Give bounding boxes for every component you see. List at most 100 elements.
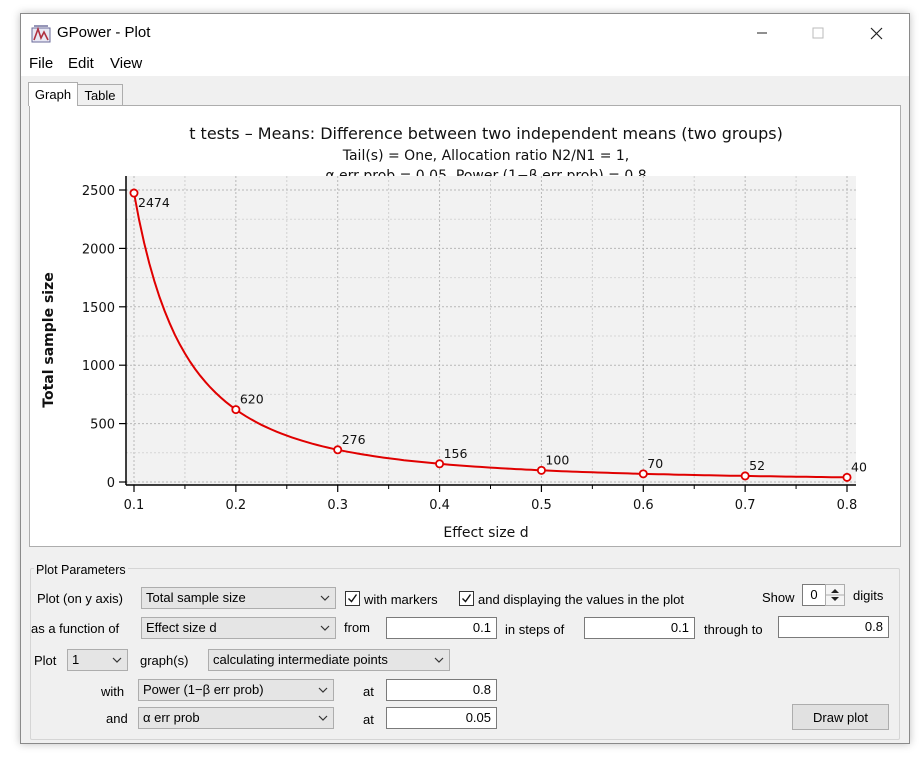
x-axis-select-value: Effect size d [146, 620, 217, 635]
x-tick-label: 0.8 [837, 498, 858, 513]
data-point-marker [435, 459, 445, 469]
title-bar: GPower - Plot [21, 14, 909, 52]
y-axis-select-value: Total sample size [146, 590, 246, 605]
at-label-1: at [363, 684, 374, 699]
checkmark-icon [462, 594, 472, 603]
menu-bar: File Edit View [21, 52, 909, 76]
display-values-label: and displaying the values in the plot [478, 592, 684, 607]
graphs-label: graph(s) [140, 653, 189, 668]
x-tick-label: 0.1 [124, 498, 145, 513]
digits-spinner[interactable] [825, 584, 845, 606]
plot-count-label: Plot [34, 653, 57, 668]
chevron-down-icon [434, 657, 444, 663]
steps-label: in steps of [505, 622, 565, 637]
menu-edit[interactable]: Edit [68, 55, 94, 72]
data-point-marker [842, 472, 852, 482]
checkmark-icon [348, 594, 358, 603]
and-label: and [106, 711, 128, 726]
chevron-down-icon [320, 625, 330, 631]
data-value-label: 276 [342, 432, 366, 447]
from-input[interactable]: 0.1 [386, 617, 497, 639]
plot-parameters-title: Plot Parameters [34, 563, 128, 577]
plot-y-label: Plot (on y axis) [37, 591, 123, 606]
interpolation-select-value: calculating intermediate points [213, 652, 388, 667]
gpower-app-icon [31, 25, 51, 43]
data-value-label: 156 [444, 446, 468, 461]
data-value-label: 70 [647, 456, 663, 471]
menu-file[interactable]: File [29, 55, 53, 72]
data-point-marker [638, 469, 648, 479]
chevron-down-icon [318, 715, 328, 721]
y-tick-label: 0 [107, 476, 115, 491]
tab-graph[interactable]: Graph [28, 82, 78, 106]
y-axis-select[interactable]: Total sample size [141, 587, 336, 609]
spinner-arrows-icon [826, 589, 844, 601]
x-tick-label: 0.3 [327, 498, 348, 513]
x-tick-label: 0.4 [429, 498, 450, 513]
minimize-icon [757, 32, 767, 34]
data-value-label: 52 [749, 458, 765, 473]
plot-count-value: 1 [72, 652, 80, 667]
data-value-label: 2474 [138, 195, 170, 210]
from-label: from [344, 620, 370, 635]
display-values-checkbox[interactable] [459, 591, 474, 606]
alpha-value-input[interactable]: 0.05 [386, 707, 497, 729]
chart-subtitle-line-1: Tail(s) = One, Allocation ratio N2/N1 = … [342, 148, 630, 164]
digits-input[interactable]: 0 [802, 584, 826, 606]
through-label: through to [704, 622, 763, 637]
x-axis-label: Effect size d [443, 525, 528, 541]
function-of-label: as a function of [31, 621, 120, 636]
power-value-input[interactable]: 0.8 [386, 679, 497, 701]
plot-area [126, 176, 856, 485]
window-title: GPower - Plot [57, 24, 151, 41]
menu-view[interactable]: View [110, 55, 142, 72]
data-point-marker [536, 465, 546, 475]
maximize-icon [812, 27, 824, 39]
show-label: Show [762, 590, 795, 605]
chart-title: t tests – Means: Difference between two … [189, 124, 783, 143]
close-icon [870, 27, 882, 39]
y-tick-label: 1500 [82, 301, 115, 316]
with-parameter-value: Power (1−β err prob) [143, 682, 264, 697]
with-markers-checkbox[interactable] [345, 591, 360, 606]
through-input[interactable]: 0.8 [778, 616, 889, 638]
plot-count-select[interactable]: 1 [67, 649, 128, 671]
data-point-marker [231, 405, 241, 415]
digits-label: digits [853, 588, 884, 603]
data-value-label: 100 [545, 452, 569, 467]
data-value-label: 40 [851, 459, 867, 474]
with-label: with [101, 684, 125, 699]
interpolation-select[interactable]: calculating intermediate points [208, 649, 450, 671]
chevron-down-icon [318, 687, 328, 693]
x-tick-label: 0.2 [226, 498, 247, 513]
tab-table[interactable]: Table [77, 84, 123, 107]
draw-plot-button[interactable]: Draw plot [792, 704, 889, 730]
y-tick-label: 500 [90, 418, 115, 433]
data-point-marker [129, 188, 139, 198]
at-label-2: at [363, 712, 374, 727]
y-axis-label: Total sample size [41, 272, 57, 407]
y-tick-label: 2000 [82, 242, 115, 257]
x-axis-select[interactable]: Effect size d [141, 617, 336, 639]
chevron-down-icon [320, 595, 330, 601]
maximize-button[interactable] [795, 18, 841, 48]
x-tick-label: 0.5 [531, 498, 552, 513]
x-tick-label: 0.6 [633, 498, 654, 513]
and-parameter-value: α err prob [143, 710, 200, 725]
sample-size-chart: t tests – Means: Difference between two … [41, 124, 867, 541]
steps-input[interactable]: 0.1 [584, 617, 695, 639]
and-parameter-select[interactable]: α err prob [138, 707, 334, 729]
with-markers-label: with markers [364, 592, 438, 607]
x-tick-label: 0.7 [735, 498, 756, 513]
data-point-marker [740, 471, 750, 481]
y-tick-label: 1000 [82, 359, 115, 374]
close-button[interactable] [853, 18, 899, 48]
data-value-label: 620 [240, 392, 264, 407]
graph-panel: t tests – Means: Difference between two … [29, 105, 901, 547]
minimize-button[interactable] [739, 18, 785, 48]
chevron-down-icon [112, 657, 122, 663]
y-tick-label: 2500 [82, 184, 115, 199]
with-parameter-select[interactable]: Power (1−β err prob) [138, 679, 334, 701]
data-point-marker [333, 445, 343, 455]
gpower-plot-window: GPower - Plot File Edit View Graph Table… [20, 13, 910, 744]
